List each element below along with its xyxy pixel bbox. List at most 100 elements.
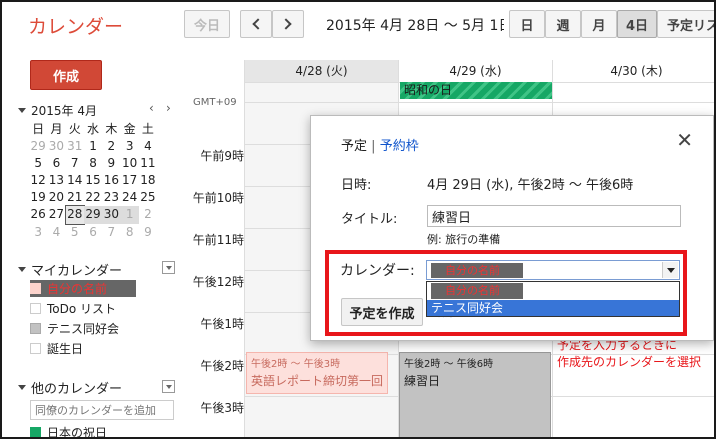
mini-calendar-day[interactable]: 9 — [102, 155, 120, 172]
next-button[interactable] — [272, 10, 304, 38]
view-week-button[interactable]: 週 — [545, 10, 581, 38]
calendar-item-tennis[interactable]: テニス同好会 — [30, 320, 119, 337]
other-calendars-menu-button[interactable] — [162, 380, 175, 393]
mini-calendar-day[interactable]: 1 — [120, 206, 139, 224]
mini-calendar-day[interactable]: 22 — [84, 189, 102, 206]
event-title-field[interactable] — [427, 205, 681, 227]
calendar-item-own[interactable]: 自分の名前 — [30, 280, 136, 297]
when-value: 4月 29日 (水), 午後2時 ～ 午後6時 — [427, 178, 634, 193]
mini-calendar-day[interactable]: 15 — [84, 172, 102, 189]
mini-calendar-day[interactable]: 6 — [47, 155, 65, 172]
mini-prev-month-button[interactable]: ‹ — [149, 101, 154, 115]
mini-calendar-day[interactable]: 13 — [47, 172, 65, 189]
view-day-button[interactable]: 日 — [509, 10, 545, 38]
mini-calendar-day[interactable]: 25 — [139, 189, 157, 206]
tab-event[interactable]: 予定 — [341, 139, 367, 154]
mini-calendar-day[interactable]: 14 — [66, 172, 84, 189]
date-range: 2015年 4月 28日 ～ 5月 1日 — [326, 18, 504, 34]
tab-appointment-slots[interactable]: 予約枠 — [380, 139, 419, 154]
mini-calendar-day[interactable]: 24 — [120, 189, 138, 206]
calendar-item-jp-holidays[interactable]: 日本の祝日 — [30, 424, 108, 439]
calendar-color-swatch — [30, 303, 41, 314]
mini-calendar-day[interactable]: 9 — [139, 224, 157, 241]
mini-calendar-day[interactable]: 6 — [84, 224, 102, 241]
mini-calendar-day[interactable]: 3 — [120, 138, 138, 155]
mini-calendar-day[interactable]: 30 — [102, 206, 121, 224]
mini-calendar-day[interactable]: 29 — [83, 206, 103, 224]
mini-calendar-day[interactable]: 3 — [29, 224, 47, 241]
mini-calendar-day[interactable]: 26 — [29, 206, 47, 223]
title-example: 例: 旅行の準備 — [427, 233, 501, 246]
column-header-0430[interactable]: 4/30 (木) — [552, 60, 714, 82]
weekday-header: 土 — [141, 122, 154, 136]
mini-calendar-day[interactable]: 5 — [29, 155, 47, 172]
prev-button[interactable] — [240, 10, 272, 38]
calendar-color-swatch — [30, 343, 41, 354]
mini-calendar-day[interactable]: 19 — [29, 189, 47, 206]
mini-calendar-day[interactable]: 29 — [29, 138, 47, 155]
add-coworker-calendar-input[interactable] — [30, 400, 174, 420]
mini-calendar-day[interactable]: 30 — [47, 138, 65, 155]
mini-calendar-day[interactable]: 4 — [47, 224, 65, 241]
weekday-header: 日 — [32, 122, 45, 136]
collapse-icon — [18, 385, 26, 390]
mini-calendar-day[interactable]: 27 — [47, 206, 65, 223]
today-button[interactable]: 今日 — [184, 10, 230, 38]
other-calendars-heading[interactable]: 他のカレンダー — [18, 378, 122, 397]
calendar-select[interactable]: 自分の名前 — [426, 260, 680, 280]
my-calendars-menu-button[interactable] — [162, 261, 175, 274]
mini-next-month-button[interactable]: › — [166, 101, 171, 115]
column-header-0429[interactable]: 4/29 (水) — [398, 60, 552, 82]
calendar-dropdown-list: 自分の名前 テニス同好会 — [426, 281, 680, 317]
mini-calendar-day[interactable]: 23 — [102, 189, 120, 206]
create-button[interactable]: 作成 — [30, 60, 102, 90]
calendar-option-tennis[interactable]: テニス同好会 — [427, 300, 679, 316]
calendar-item-birthdays[interactable]: 誕生日 — [30, 340, 83, 357]
mini-calendar-day[interactable]: 20 — [47, 189, 65, 206]
column-header-0428[interactable]: 4/28 (火) — [244, 60, 398, 82]
view-4day-button[interactable]: 4日 — [617, 10, 657, 38]
mini-calendar-day[interactable]: 12 — [29, 172, 47, 189]
mini-calendar-day[interactable]: 2 — [139, 206, 157, 223]
event-english-report[interactable]: 午後2時 ～ 午後3時 英語レポート締切第一回 — [246, 352, 388, 394]
calendar-item-todo[interactable]: ToDo リスト — [30, 300, 116, 317]
calendar-color-swatch — [30, 427, 41, 437]
time-label: 午前10時 — [192, 191, 244, 205]
time-label: 午後1時 — [200, 317, 244, 331]
mini-calendar-day[interactable]: 2 — [102, 138, 120, 155]
mini-calendar-day[interactable]: 8 — [84, 155, 102, 172]
mini-calendar-day[interactable]: 7 — [102, 224, 120, 241]
calendar-item-label: 誕生日 — [47, 342, 84, 356]
view-agenda-button[interactable]: 予定リスト — [657, 10, 714, 38]
mini-calendar-day[interactable]: 10 — [120, 155, 138, 172]
mini-calendar-day[interactable]: 18 — [139, 172, 157, 189]
mini-calendar-day[interactable]: 5 — [66, 224, 84, 241]
view-month-button[interactable]: 月 — [581, 10, 617, 38]
calendar-select-label: カレンダー: — [340, 263, 415, 279]
select-arrow[interactable] — [662, 262, 678, 278]
mini-calendar-month: 2015年 4月 — [31, 104, 97, 118]
mini-calendar-header[interactable]: 2015年 4月 — [18, 102, 97, 119]
calendar-option-own[interactable]: 自分の名前 — [431, 283, 523, 299]
mini-calendar-day[interactable]: 28 — [64, 205, 85, 225]
close-icon[interactable]: ✕ — [676, 128, 693, 152]
mini-calendar-day[interactable]: 16 — [102, 172, 120, 189]
allday-event-showa-day[interactable]: 昭和の日 — [400, 82, 552, 99]
mini-calendar-day[interactable]: 1 — [84, 138, 102, 155]
mini-calendar-day[interactable]: 21 — [66, 189, 84, 206]
column-divider — [244, 60, 245, 437]
calendar-item-label: 日本の祝日 — [47, 426, 108, 439]
event-practice-day[interactable]: 午後2時 ～ 午後6時 練習日 — [399, 352, 551, 437]
time-label: 午後2時 — [200, 359, 244, 373]
my-calendars-heading[interactable]: マイカレンダー — [18, 260, 122, 279]
mini-calendar-day[interactable]: 4 — [139, 138, 157, 155]
mini-calendar-day[interactable]: 11 — [139, 155, 157, 172]
weekday-header: 月 — [50, 122, 63, 136]
collapse-icon — [18, 108, 26, 113]
mini-calendar-day[interactable]: 31 — [66, 138, 84, 155]
mini-calendar-day[interactable]: 7 — [66, 155, 84, 172]
app-title[interactable]: カレンダー — [28, 12, 123, 39]
mini-calendar-day[interactable]: 17 — [120, 172, 138, 189]
event-title: 英語レポート締切第一回 — [251, 374, 384, 388]
mini-calendar-day[interactable]: 8 — [120, 224, 138, 241]
